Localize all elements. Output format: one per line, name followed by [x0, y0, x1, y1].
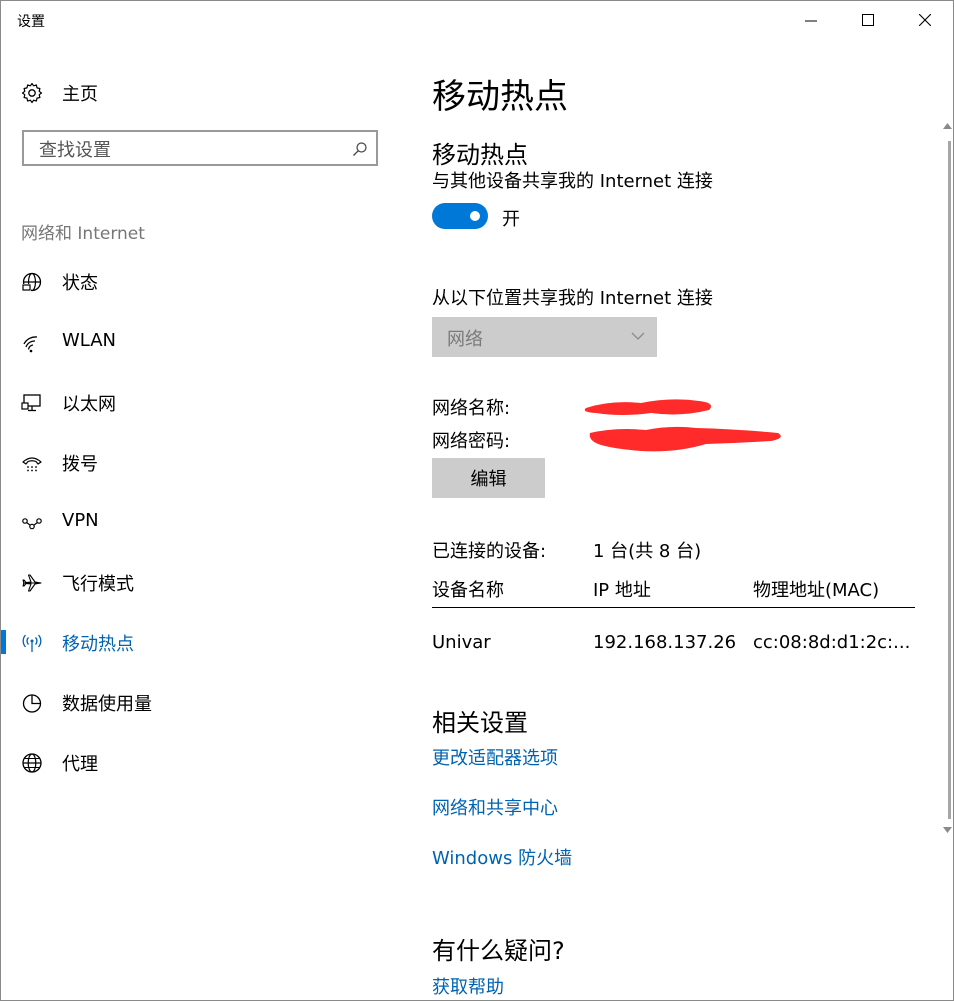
- hotspot-heading: 移动热点: [432, 141, 528, 169]
- network-password-label: 网络密码:: [432, 431, 511, 452]
- chevron-down-icon: [631, 332, 645, 340]
- link-adapter-options[interactable]: 更改适配器选项: [432, 744, 558, 770]
- vpn-icon: [22, 518, 42, 530]
- sidebar-item-proxy[interactable]: 代理: [1, 742, 401, 782]
- close-icon: [919, 14, 931, 26]
- connected-devices-count: 1 台(共 8 台): [593, 541, 702, 562]
- dialup-icon: [22, 457, 42, 472]
- window-title: 设置: [17, 14, 45, 30]
- sidebar-item-label: 移动热点: [62, 634, 134, 655]
- column-header-device-name: 设备名称: [432, 580, 504, 601]
- share-from-dropdown[interactable]: 网络: [432, 317, 657, 357]
- share-from-label: 从以下位置共享我的 Internet 连接: [432, 288, 713, 309]
- sidebar-item-hotspot[interactable]: 移动热点: [1, 622, 401, 662]
- sidebar-item-label: 代理: [62, 754, 98, 775]
- device-name-cell: Univar: [432, 632, 491, 653]
- redaction-mark-password: [589, 426, 781, 452]
- search-input[interactable]: [37, 138, 341, 162]
- toggle-knob: [470, 211, 480, 221]
- sidebar: 主页 网络和 Internet 状态: [1, 41, 401, 1000]
- wifi-icon: [23, 336, 38, 353]
- section-label: 网络和 Internet: [21, 224, 145, 244]
- maximize-icon: [862, 14, 874, 26]
- ethernet-icon: [21, 394, 41, 412]
- related-settings-heading: 相关设置: [432, 709, 528, 737]
- scrollbar[interactable]: [941, 41, 953, 1000]
- table-divider: [432, 607, 915, 608]
- close-button[interactable]: [896, 1, 953, 41]
- main-content: 移动热点 移动热点 与其他设备共享我的 Internet 连接 开 从以下位置共…: [401, 41, 931, 1000]
- home-label: 主页: [62, 84, 98, 105]
- sidebar-item-label: 飞行模式: [62, 574, 134, 595]
- page-title: 移动热点: [432, 77, 568, 117]
- column-header-mac: 物理地址(MAC): [753, 580, 880, 601]
- search-icon[interactable]: [352, 141, 368, 157]
- toggle-state-label: 开: [502, 209, 520, 230]
- maximize-button[interactable]: [839, 1, 897, 41]
- network-name-label: 网络名称:: [432, 398, 511, 419]
- sidebar-item-label: WLAN: [62, 330, 117, 351]
- share-description: 与其他设备共享我的 Internet 连接: [432, 171, 713, 192]
- dropdown-value: 网络: [447, 329, 483, 350]
- column-header-ip: IP 地址: [593, 580, 651, 601]
- sidebar-home[interactable]: 主页: [21, 81, 98, 105]
- gear-icon: [21, 82, 43, 104]
- globe-status-icon: [22, 272, 42, 292]
- title-bar[interactable]: 设置: [1, 1, 953, 41]
- airplane-icon: [22, 574, 42, 592]
- minimize-icon: [805, 20, 817, 22]
- device-mac-cell: cc:08:8d:d1:2c:...: [753, 632, 911, 653]
- link-windows-firewall[interactable]: Windows 防火墙: [432, 844, 572, 870]
- sidebar-item-label: 以太网: [62, 394, 116, 415]
- connected-devices-label: 已连接的设备:: [432, 541, 547, 562]
- sidebar-item-label: 拨号: [62, 454, 98, 475]
- question-heading: 有什么疑问?: [432, 937, 565, 965]
- hotspot-toggle[interactable]: [432, 203, 488, 229]
- device-ip-cell: 192.168.137.26: [593, 632, 737, 653]
- scrollbar-thumb[interactable]: [948, 141, 951, 819]
- scroll-down-icon[interactable]: [943, 827, 952, 833]
- sidebar-item-dialup[interactable]: 拨号: [1, 442, 401, 482]
- globe-icon: [22, 753, 42, 773]
- search-box[interactable]: [22, 130, 378, 166]
- active-indicator: [1, 630, 6, 654]
- sidebar-item-airplane[interactable]: 飞行模式: [1, 562, 401, 602]
- sidebar-item-status[interactable]: 状态: [1, 261, 401, 301]
- sidebar-item-data-usage[interactable]: 数据使用量: [1, 682, 401, 722]
- sidebar-item-label: 状态: [62, 273, 98, 294]
- link-network-sharing-center[interactable]: 网络和共享中心: [432, 794, 558, 820]
- pie-chart-icon: [22, 694, 42, 713]
- sidebar-item-label: VPN: [62, 510, 99, 531]
- minimize-button[interactable]: [782, 1, 840, 41]
- redaction-mark-name: [584, 399, 712, 415]
- hotspot-icon: [22, 634, 42, 652]
- link-get-help[interactable]: 获取帮助: [432, 973, 504, 999]
- scroll-up-icon[interactable]: [943, 123, 952, 129]
- sidebar-item-ethernet[interactable]: 以太网: [1, 382, 401, 422]
- sidebar-item-vpn[interactable]: VPN: [1, 502, 401, 542]
- sidebar-item-wlan[interactable]: WLAN: [1, 322, 401, 362]
- sidebar-item-label: 数据使用量: [62, 694, 152, 715]
- edit-button[interactable]: 编辑: [432, 458, 545, 498]
- settings-window: 设置 主页 网络和 Internet: [0, 0, 954, 1001]
